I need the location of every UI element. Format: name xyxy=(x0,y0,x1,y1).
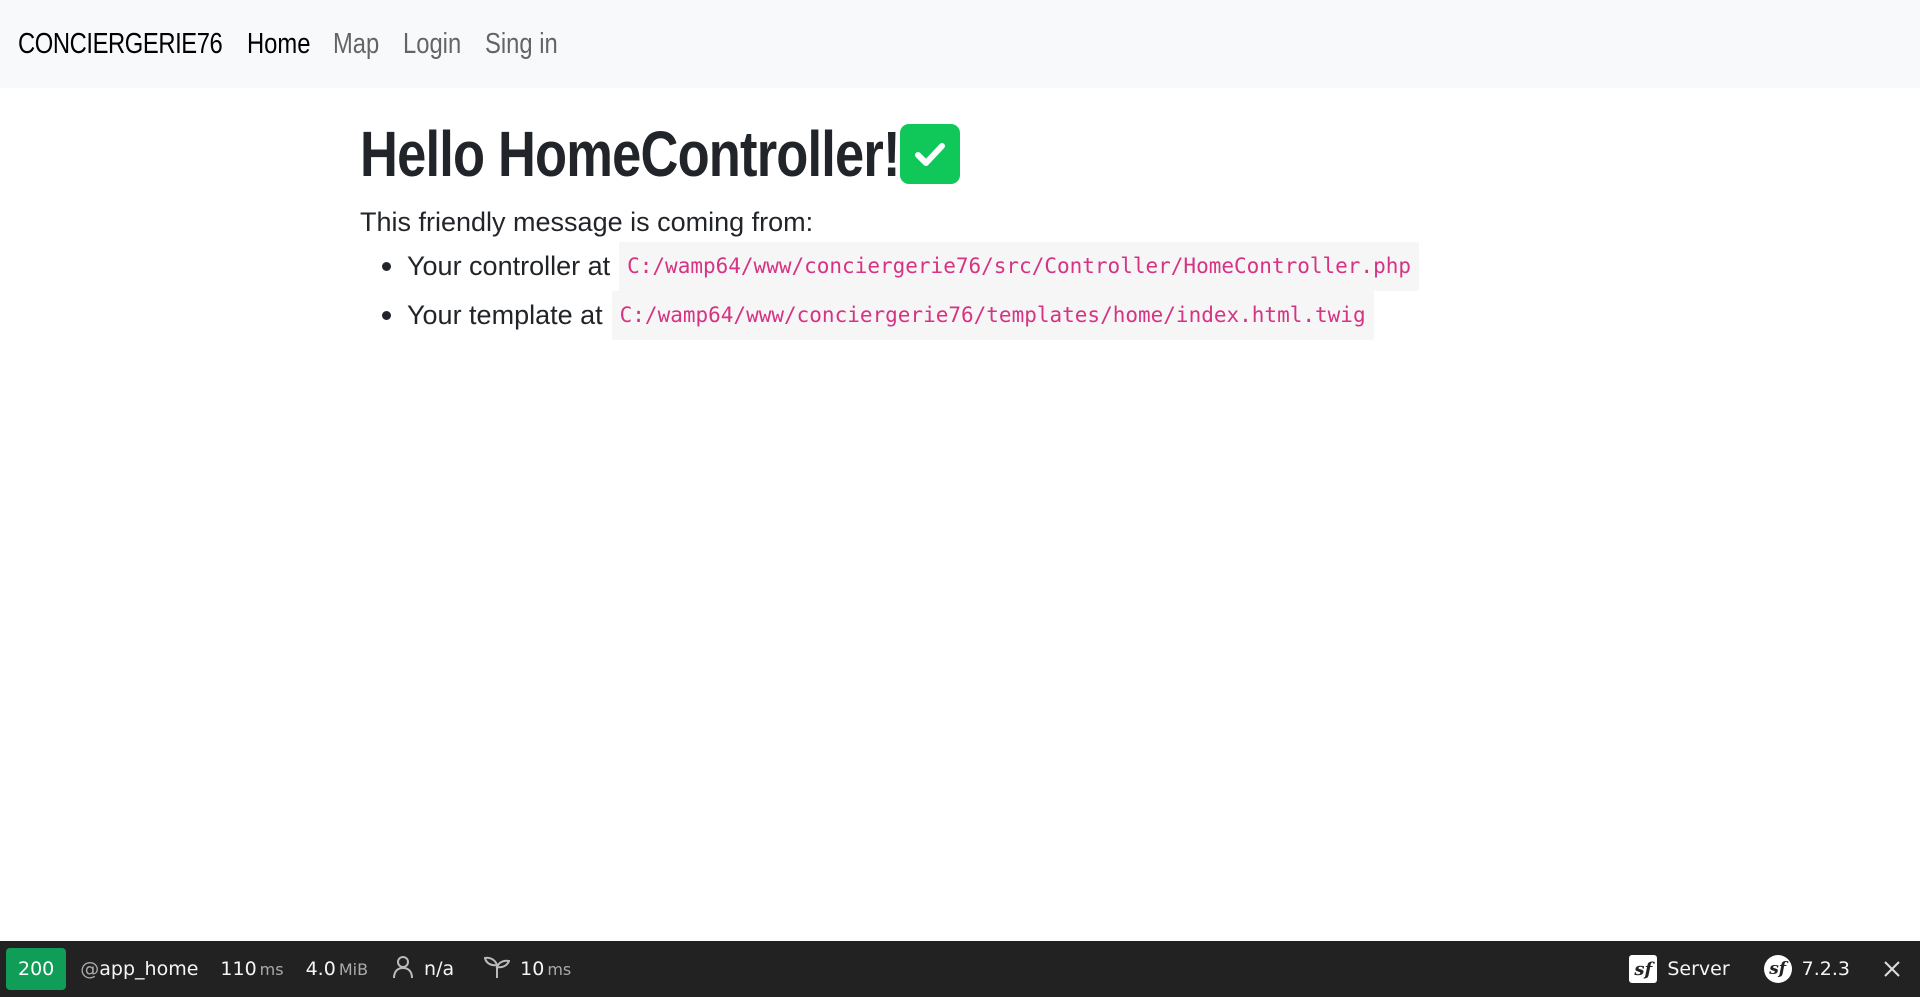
navbar-brand[interactable]: CONCIERGERIE76 xyxy=(18,28,223,61)
twig-unit: ms xyxy=(547,959,572,979)
list-item-controller: Your controller at C:/wamp64/www/concier… xyxy=(382,242,1460,291)
server-item[interactable]: sf Server xyxy=(1629,941,1730,997)
symfony-version: 7.2.3 xyxy=(1801,958,1850,980)
status-code-badge[interactable]: 200 xyxy=(6,948,67,990)
symfony-round-logo-icon: sf xyxy=(1763,955,1792,983)
nav-link-login[interactable]: Login xyxy=(403,24,461,64)
nav-link-map[interactable]: Map xyxy=(333,24,379,64)
symfony-logo-icon: sf xyxy=(1629,955,1658,983)
route-item[interactable]: @ app_home xyxy=(80,941,198,997)
path-list: Your controller at C:/wamp64/www/concier… xyxy=(360,242,1460,340)
bullet xyxy=(382,262,391,271)
close-icon[interactable] xyxy=(1880,957,1904,981)
user-value: n/a xyxy=(424,958,455,980)
nav-item-sign-in[interactable]: Sing in xyxy=(485,24,575,64)
server-label: Server xyxy=(1667,958,1730,980)
nav-links: Home Map Login Sing in xyxy=(247,24,575,64)
memory-item[interactable]: 4.0 MiB xyxy=(306,941,368,997)
symfony-debug-toolbar: 200 @ app_home 110 ms 4.0 MiB n/a 10 ms xyxy=(0,941,1920,997)
template-label: Your template at xyxy=(407,300,603,330)
nav-item-login[interactable]: Login xyxy=(403,24,485,64)
controller-path: C:/wamp64/www/conciergerie76/src/Control… xyxy=(619,242,1419,291)
memory-value: 4.0 xyxy=(305,958,336,980)
time-unit: ms xyxy=(259,959,284,979)
main-content: Hello HomeController! This friendly mess… xyxy=(360,112,1460,340)
nav-item-map[interactable]: Map xyxy=(333,24,403,64)
controller-label: Your controller at xyxy=(407,251,611,281)
route-at-symbol: @ xyxy=(80,958,100,980)
bullet xyxy=(382,311,391,320)
intro-text: This friendly message is coming from: xyxy=(360,207,814,237)
route-name: app_home xyxy=(99,958,199,980)
user-item[interactable]: n/a xyxy=(392,941,454,997)
nav-link-sign-in[interactable]: Sing in xyxy=(485,24,558,64)
twig-sprout-icon xyxy=(483,955,511,984)
nav-link-home[interactable]: Home xyxy=(247,24,310,64)
template-path: C:/wamp64/www/conciergerie76/templates/h… xyxy=(611,291,1374,340)
version-item[interactable]: sf 7.2.3 xyxy=(1763,941,1850,997)
page-title: Hello HomeController! xyxy=(360,118,901,190)
title-row: Hello HomeController! xyxy=(360,112,1460,196)
time-item[interactable]: 110 ms xyxy=(220,941,283,997)
user-icon xyxy=(392,955,414,984)
list-item-template: Your template at C:/wamp64/www/concierge… xyxy=(382,291,1460,340)
top-navbar: CONCIERGERIE76 Home Map Login Sing in xyxy=(0,0,1920,88)
twig-item[interactable]: 10 ms xyxy=(483,941,572,997)
twig-value: 10 xyxy=(520,958,545,980)
nav-item-home[interactable]: Home xyxy=(247,24,333,64)
time-value: 110 xyxy=(220,958,257,980)
memory-unit: MiB xyxy=(338,959,369,979)
check-mark-button-icon xyxy=(900,124,960,184)
